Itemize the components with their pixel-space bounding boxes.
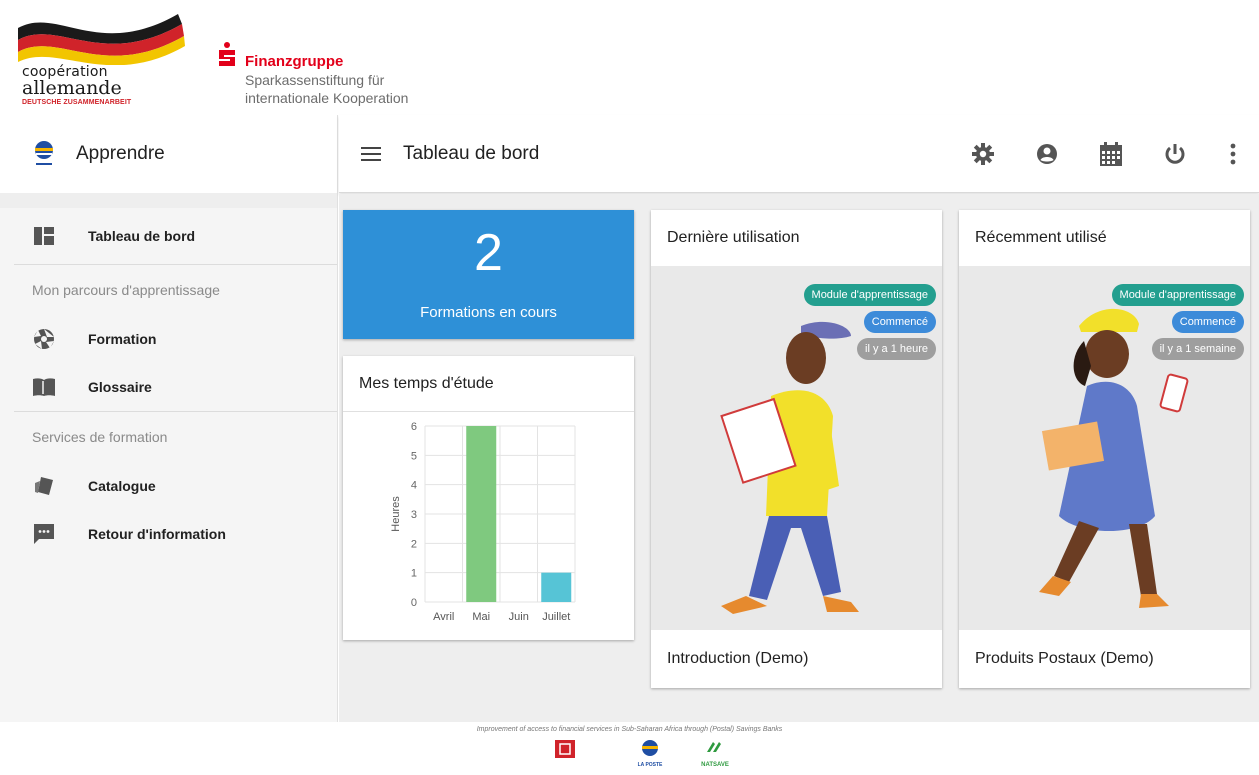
sidebar-item-label: Glossaire (88, 379, 152, 395)
footer-text: Improvement of access to financial servi… (476, 726, 783, 733)
power-button[interactable] (1143, 115, 1207, 193)
course-chips: Module d'apprentissage Commencé il y a 1… (1111, 284, 1244, 360)
calendar-button[interactable] (1079, 115, 1143, 193)
y-tick-label: 1 (411, 568, 417, 580)
sidebar: Apprendre Tableau de bord Mon parcours d… (0, 115, 338, 722)
more-vert-icon (1230, 143, 1236, 165)
course-chips: Module d'apprentissage Commencé il y a 1… (803, 284, 936, 360)
cooperation-allemande-logo: coopération allemande DEUTSCHE ZUSAMMENA… (18, 10, 188, 110)
sidebar-item-label: Tableau de bord (88, 228, 196, 244)
sidebar-item-formation[interactable]: Formation (0, 315, 337, 363)
book-icon (32, 375, 56, 399)
header-actions (951, 115, 1259, 193)
natsave-logo-icon: NATSAVE (701, 742, 729, 768)
y-tick-label: 0 (411, 597, 417, 609)
sidebar-item-label: Catalogue (88, 478, 156, 494)
course-name: Introduction (Demo) (667, 650, 809, 667)
sidebar-header: Apprendre (0, 115, 337, 193)
sidebar-item-glossaire[interactable]: Glossaire (0, 363, 337, 411)
la-poste-logo-icon (32, 140, 56, 168)
y-axis-label: Heures (390, 496, 402, 532)
x-tick-label: Mai (472, 611, 490, 623)
formations-count: 2 (474, 224, 503, 282)
spk-line1: Sparkassenstiftung für (245, 72, 385, 88)
y-tick-label: 6 (411, 421, 417, 433)
module-type-badge: Module d'apprentissage (1111, 284, 1244, 306)
time-badge: il y a 1 heure (857, 338, 936, 360)
section-label-parcours: Mon parcours d'apprentissage (32, 282, 220, 298)
natsave-text: NATSAVE (701, 762, 729, 768)
footer: Improvement of access to financial servi… (0, 722, 1259, 775)
page-title: Tableau de bord (403, 142, 540, 164)
course-card-recently-used[interactable]: Récemment utilisé Module d'apprentissage… (959, 210, 1250, 688)
study-time-card: Mes temps d'étude 0 1 2 3 4 5 6 Avril Mai Juin Ju… (343, 356, 634, 640)
sidebar-item-catalogue[interactable]: Catalogue (0, 462, 337, 510)
bar-juillet (541, 572, 572, 602)
coop-line3: DEUTSCHE ZUSAMMENARBEIT (22, 99, 132, 106)
calendar-icon (1100, 142, 1122, 166)
la-poste-logo-icon: LA POSTE (638, 740, 663, 768)
coop-line2: allemande (22, 77, 122, 99)
savings-bank-logo-icon (555, 740, 575, 758)
formations-en-cours-card[interactable]: 2 Formations en cours (343, 210, 634, 339)
x-tick-label: Avril (433, 611, 454, 623)
catalogue-icon (32, 474, 56, 498)
sidebar-item-label: Formation (88, 331, 157, 347)
account-button[interactable] (1015, 115, 1079, 193)
y-tick-label: 2 (411, 538, 417, 550)
y-tick-label: 4 (411, 480, 417, 492)
course-illustration: Module d'apprentissage Commencé il y a 1… (959, 266, 1250, 630)
y-tick-label: 3 (411, 509, 417, 521)
module-type-badge: Module d'apprentissage (803, 284, 936, 306)
study-time-chart: 0 1 2 3 4 5 6 Avril Mai Juin Juillet Heures (390, 421, 576, 623)
x-tick-label: Juin (509, 611, 529, 623)
german-flag-ribbon-icon (18, 14, 185, 65)
settings-button[interactable] (951, 115, 1015, 193)
la-poste-text: LA POSTE (638, 762, 663, 768)
sidebar-item-label: Retour d'information (88, 526, 226, 542)
formations-label: Formations en cours (420, 304, 557, 321)
more-options-button[interactable] (1207, 115, 1259, 193)
time-badge: il y a 1 semaine (1151, 338, 1244, 360)
account-icon (1037, 144, 1057, 164)
main-content: 2 Formations en cours Mes temps d'étude … (339, 194, 1259, 722)
app-bar: Tableau de bord (339, 115, 1259, 193)
study-time-title: Mes temps d'étude (343, 356, 634, 412)
spk-line2: internationale Kooperation (245, 90, 409, 106)
y-tick-label: 5 (411, 450, 417, 462)
sparkasse-s-icon (219, 42, 235, 66)
x-tick-label: Juillet (542, 611, 570, 623)
menu-icon[interactable] (361, 142, 385, 166)
status-badge: Commencé (863, 311, 936, 333)
course-name: Produits Postaux (Demo) (975, 650, 1154, 667)
aperture-icon (32, 327, 56, 351)
app-title: Apprendre (76, 143, 165, 164)
status-badge: Commencé (1171, 311, 1244, 333)
partner-logos-bar: coopération allemande DEUTSCHE ZUSAMMENA… (0, 0, 1259, 115)
footer-logos: LA POSTE NATSAVE (555, 740, 729, 768)
sidebar-item-tableau-de-bord[interactable]: Tableau de bord (0, 212, 337, 260)
feedback-icon (32, 522, 56, 546)
course-card-header: Récemment utilisé (975, 229, 1107, 246)
spk-name: Finanzgruppe (245, 53, 344, 70)
course-card-last-used[interactable]: Dernière utilisation Module d'apprentiss… (651, 210, 942, 688)
course-illustration: Module d'apprentissage Commencé il y a 1… (651, 266, 942, 630)
section-label-services: Services de formation (32, 429, 168, 445)
sidebar-item-retour-information[interactable]: Retour d'information (0, 510, 337, 558)
course-card-header: Dernière utilisation (667, 229, 800, 246)
sparkassenstiftung-logo: Finanzgruppe Sparkassenstiftung für inte… (218, 42, 458, 112)
dashboard-icon (32, 224, 56, 248)
bar-mai (466, 426, 497, 602)
power-icon (1165, 144, 1185, 164)
settings-icon (972, 143, 994, 165)
